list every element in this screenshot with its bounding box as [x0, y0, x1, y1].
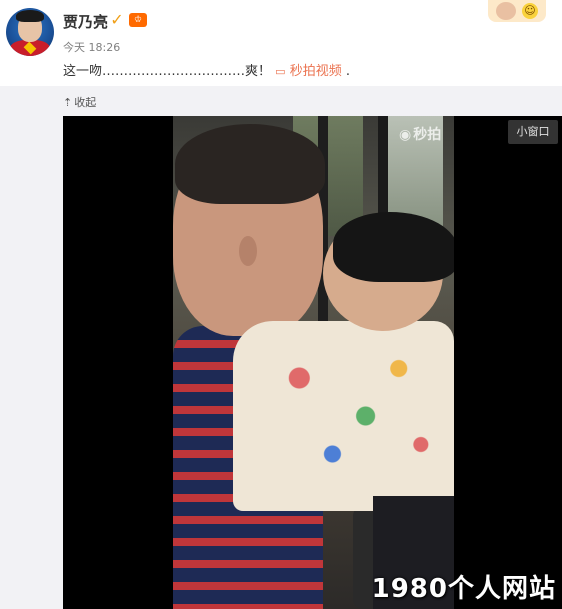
- collapse-label: 收起: [74, 96, 97, 109]
- vip-crown-icon[interactable]: ♔: [129, 13, 147, 27]
- video-child-hair: [333, 212, 454, 282]
- post-header: 贾乃亮 ✓ ♔ 今天 18:26 这一吻……………………………爽！ ▭ 秒拍视频…: [0, 0, 562, 86]
- username-link[interactable]: 贾乃亮: [63, 11, 108, 32]
- video-camera-icon: ▭: [275, 65, 286, 78]
- post-text: 这一吻……………………………爽！ ▭ 秒拍视频 .: [63, 60, 350, 79]
- miaopai-video-link[interactable]: ▭ 秒拍视频: [275, 64, 346, 79]
- video-man-ear: [239, 236, 257, 266]
- video-child-shirt: [233, 321, 454, 511]
- avatar-hair: [16, 10, 44, 22]
- verified-badge-icon[interactable]: ✓: [109, 12, 125, 28]
- smiley-icon: ☺: [522, 3, 538, 19]
- arrow-up-icon: ⇡: [63, 96, 73, 109]
- decoration-face-icon: [496, 2, 516, 20]
- post-text-body: 这一吻……………………………爽！: [63, 64, 272, 79]
- post-text-tail: .: [345, 64, 350, 79]
- site-watermark: 1980个人网站: [371, 574, 556, 604]
- video-player[interactable]: ◉ 秒拍 小窗口 1980个人网站: [63, 116, 562, 609]
- post-timestamp[interactable]: 今天 18:26: [63, 39, 120, 55]
- video-man-hair: [175, 124, 325, 204]
- video-frame[interactable]: [173, 116, 454, 609]
- collapse-button[interactable]: ⇡ 收起: [63, 94, 96, 110]
- user-avatar[interactable]: [6, 8, 54, 56]
- miaopai-eye-icon: ◉: [399, 127, 412, 143]
- miaopai-watermark: ◉ 秒拍: [399, 124, 441, 144]
- miaopai-video-link-label: 秒拍视频: [289, 64, 342, 79]
- miaopai-watermark-label: 秒拍: [413, 127, 442, 143]
- header-decoration: ☺: [488, 0, 546, 22]
- mini-window-button[interactable]: 小窗口: [508, 120, 558, 144]
